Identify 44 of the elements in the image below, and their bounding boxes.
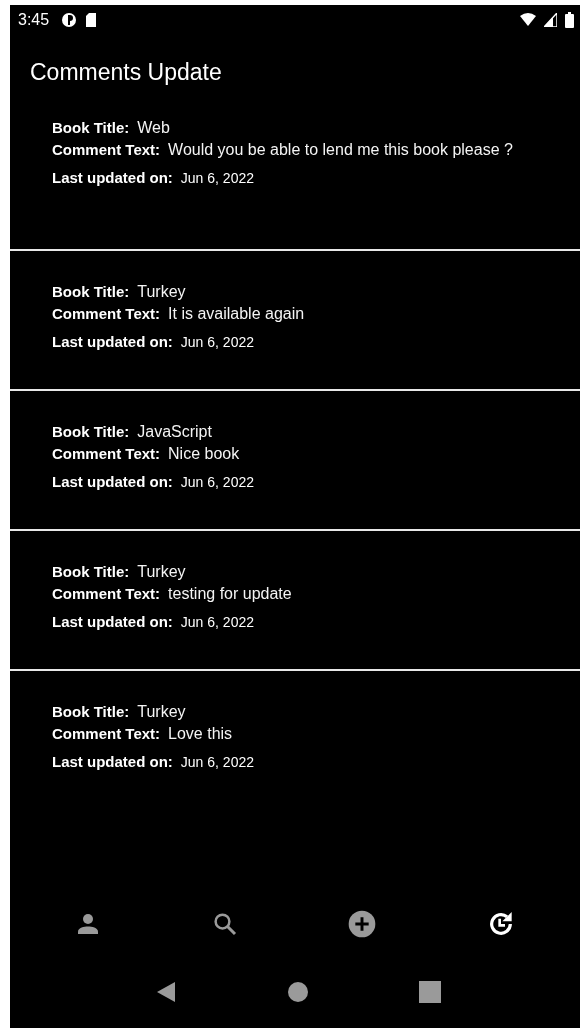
field-value: It is available again [168, 305, 305, 322]
comment-card[interactable]: Book Title: Turkey Comment Text: It is available again Last updated on: Jun 6, 2022 [10, 251, 580, 391]
updated-date: Jun 6, 2022 [180, 334, 254, 350]
field-value: JavaScript [137, 423, 212, 440]
field-label: Book Title: [52, 563, 130, 580]
field-label: Last updated on: [52, 753, 173, 770]
field-value: Turkey [137, 283, 186, 300]
field-label: Comment Text: [52, 445, 161, 462]
field-label: Last updated on: [52, 473, 173, 490]
field-value: Turkey [137, 703, 186, 720]
comment-card[interactable]: Book Title: Turkey Comment Text: testing for update Last updated on: Jun 6, 2022 [10, 531, 580, 671]
back-icon[interactable] [155, 980, 177, 1004]
updated-date: Jun 6, 2022 [180, 474, 254, 490]
field-label: Comment Text: [52, 585, 161, 602]
field-label: Last updated on: [52, 613, 173, 630]
field-value: Web [137, 119, 170, 136]
updated-date: Jun 6, 2022 [180, 170, 254, 186]
field-value: Nice book [168, 445, 240, 462]
status-time: 3:45 [18, 11, 50, 29]
field-label: Comment Text: [52, 141, 161, 158]
comment-card[interactable]: Book Title: JavaScript Comment Text: Nice book Last updated on: Jun 6, 2022 [10, 391, 580, 531]
battery-icon [565, 12, 574, 28]
field-label: Book Title: [52, 703, 130, 720]
field-label: Last updated on: [52, 169, 173, 186]
signal-icon [544, 13, 557, 27]
comment-card[interactable]: Book Title: Turkey Comment Text: Love this Last updated on: Jun 6, 2022 [10, 671, 580, 811]
field-label: Book Title: [52, 119, 130, 136]
screen-title: Comments Update [29, 58, 223, 87]
home-icon[interactable] [287, 981, 309, 1003]
field-value: testing for update [168, 585, 292, 602]
field-value: Would you be able to lend me this book please ? [168, 141, 513, 158]
app-notification-icon [61, 12, 78, 28]
updated-date: Jun 6, 2022 [180, 754, 254, 770]
field-value: Turkey [137, 563, 186, 580]
wifi-icon [520, 13, 536, 27]
updated-date: Jun 6, 2022 [180, 614, 254, 630]
field-label: Book Title: [52, 423, 130, 440]
field-label: Comment Text: [52, 725, 161, 742]
comment-card[interactable]: Book Title: Web Comment Text: Would you be able to lend me this book please ? Last updated on: Jun 6, 2022 [10, 91, 580, 251]
field-value: Love this [168, 725, 233, 742]
sd-card-icon [85, 12, 98, 28]
field-label: Comment Text: [52, 305, 161, 322]
field-label: Book Title: [52, 283, 130, 300]
field-label: Last updated on: [52, 333, 173, 350]
